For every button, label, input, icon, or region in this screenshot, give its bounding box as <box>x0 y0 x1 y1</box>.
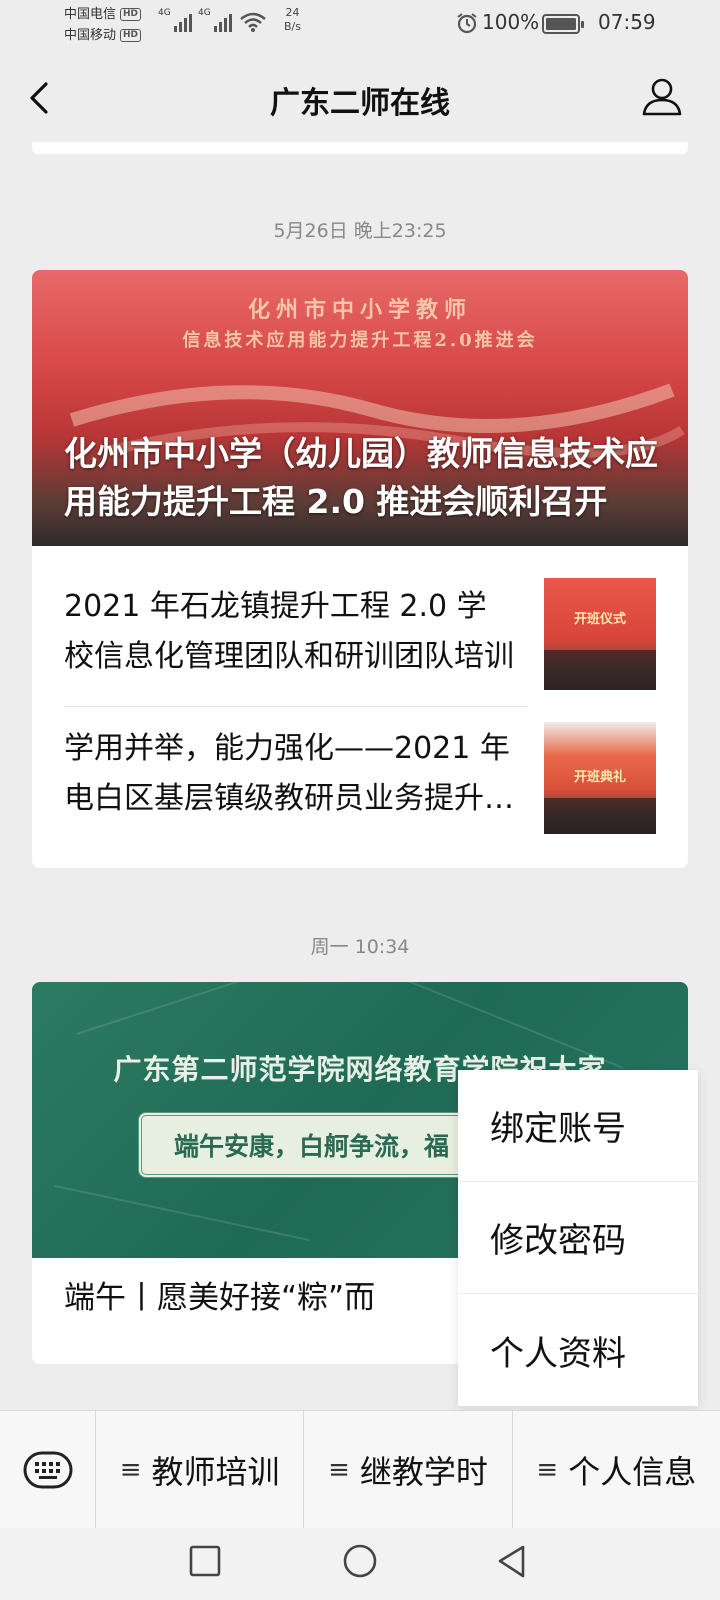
signal-indicators: 4G 4G <box>158 8 266 32</box>
battery-icon <box>542 14 584 34</box>
net-speed-unit: B/s <box>284 20 301 33</box>
hero-banner-line1: 化州市中小学教师 <box>247 297 472 323</box>
menu-lines-icon: ≡ <box>119 1454 142 1485</box>
battery-percent: 100% <box>482 10 540 34</box>
menu-lines-icon: ≡ <box>536 1454 559 1485</box>
tab-continuing-education-hours[interactable]: ≡ 继教学时 <box>304 1411 513 1528</box>
carrier-info: 中国电信 HD 中国移动 HD <box>64 4 142 46</box>
wifi-icon <box>240 12 266 32</box>
net-speed: 24 B/s <box>284 6 301 34</box>
clock: 07:59 <box>598 10 656 34</box>
tab-personal-info[interactable]: ≡ 个人信息 <box>513 1411 720 1528</box>
list-item[interactable]: 2021 年石龙镇提升工程 2.0 学校信息化管理团队和研训团队培训 开班仪式 <box>32 546 688 706</box>
alarm-icon <box>457 13 477 34</box>
signal-icon-2: 4G <box>198 8 232 32</box>
article-title: 端午丨愿美好接“粽”而 <box>64 1280 376 1316</box>
net-speed-value: 24 <box>285 6 300 19</box>
app-header: 广东二师在线 <box>0 50 720 146</box>
system-nav-bar <box>0 1528 720 1600</box>
user-icon[interactable] <box>640 74 684 118</box>
list-item-title: 2021 年石龙镇提升工程 2.0 学校信息化管理团队和研训团队培训 <box>64 589 514 674</box>
thumbnail-text: 开班典礼 <box>573 770 626 785</box>
list-item-title: 学用并举，能力强化——2021 年电白区基层镇级教研员业务提升培训 <box>64 731 514 816</box>
tab-label: 继教学时 <box>359 1452 488 1491</box>
hero-article-title: 化州市中小学（幼儿园）教师信息技术应用能力提升工程 2.0 推进会顺利召开 <box>64 434 658 521</box>
menu-item-change-password[interactable]: 修改密码 <box>458 1182 698 1294</box>
circle-icon[interactable] <box>342 1544 378 1580</box>
list-item-thumbnail: 开班典礼 <box>544 722 656 834</box>
previous-card-edge <box>32 142 688 154</box>
menu-item-profile[interactable]: 个人资料 <box>458 1294 698 1406</box>
keyboard-icon <box>23 1451 72 1488</box>
popup-menu: 绑定账号 修改密码 个人资料 <box>458 1070 698 1406</box>
page-title: 广东二师在线 <box>270 86 450 121</box>
network-type-1: 4G <box>158 8 171 18</box>
list-item[interactable]: 学用并举，能力强化——2021 年电白区基层镇级教研员业务提升培训 开班典礼 <box>32 706 688 868</box>
carrier-2: 中国移动 <box>64 28 117 43</box>
list-item-thumbnail: 开班仪式 <box>544 578 656 690</box>
hd-badge-1: HD <box>120 8 142 21</box>
bottom-menu-bar: ≡ 教师培训 ≡ 继教学时 ≡ 个人信息 <box>0 1410 720 1528</box>
menu-item-bind-account[interactable]: 绑定账号 <box>458 1070 698 1182</box>
battery-fill <box>546 18 576 30</box>
message-timestamp-2: 周一 10:34 <box>310 936 410 958</box>
tab-label: 个人信息 <box>568 1452 697 1491</box>
thumbnail-text: 开班仪式 <box>573 612 626 627</box>
status-bar: 中国电信 HD 中国移动 HD 4G 4G 24 B/s 100% 07:59 <box>0 0 720 50</box>
article-card-1: 化州市中小学教师 信息技术应用能力提升工程2.0推进会 化州市中小学（幼儿园）教… <box>32 270 688 868</box>
network-type-2: 4G <box>198 8 211 18</box>
message-timestamp-1: 5月26日 晚上23:25 <box>273 220 447 242</box>
menu-lines-icon: ≡ <box>328 1454 350 1485</box>
keyboard-toggle-button[interactable] <box>0 1411 96 1528</box>
tab-label: 教师培训 <box>151 1452 280 1491</box>
tab-teacher-training[interactable]: ≡ 教师培训 <box>96 1411 305 1528</box>
hero-article[interactable]: 化州市中小学教师 信息技术应用能力提升工程2.0推进会 化州市中小学（幼儿园）教… <box>32 270 688 546</box>
hero-banner-line2: 信息技术应用能力提升工程2.0推进会 <box>182 330 538 351</box>
carrier-1: 中国电信 <box>64 7 117 22</box>
square-icon[interactable] <box>188 1544 222 1578</box>
signal-icon-1: 4G <box>158 8 192 32</box>
hd-badge-2: HD <box>120 29 142 42</box>
triangle-icon[interactable] <box>496 1544 528 1580</box>
